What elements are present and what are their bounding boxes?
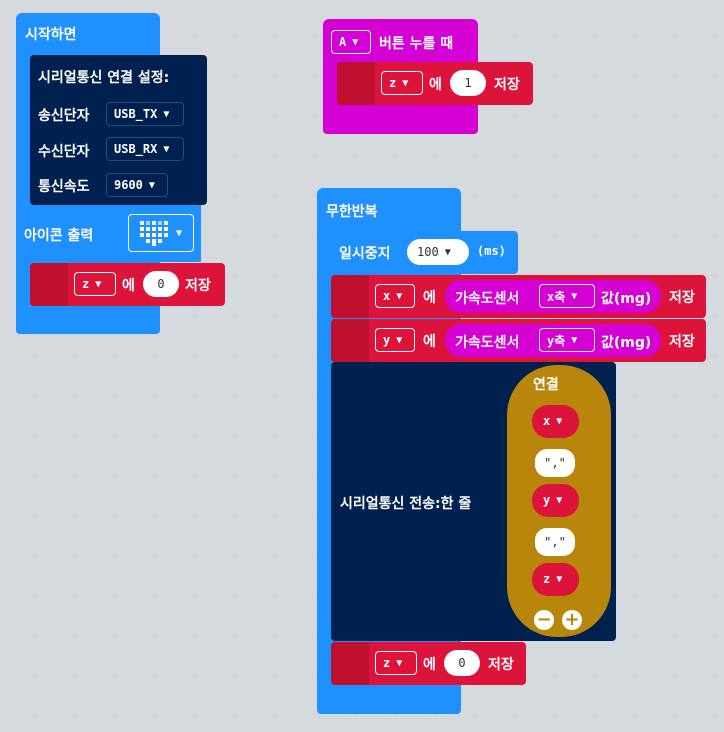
join-block[interactable]: 연결 x ▼ "," y ▼ "," z ▼ − + [507,365,611,637]
value-input[interactable]: 0 [143,271,179,297]
to-label: 에 [423,334,436,350]
set-z-0-forever-block[interactable]: z ▼ 에 0 저장 [331,642,526,685]
dropdown-arrow-icon: ▼ [402,77,409,89]
dropdown-arrow-icon: ▼ [444,246,451,258]
join-item-text: "," [544,456,566,470]
pause-input[interactable]: 100 ▼ [407,239,469,265]
dropdown-arrow-icon: ▼ [396,334,403,346]
dropdown-arrow-icon: ▼ [556,494,563,506]
value-text: 0 [458,656,466,670]
dropdown-arrow-icon: ▼ [556,415,563,427]
save-label: 저장 [185,278,211,294]
set-z-1-block[interactable]: z ▼ 에 1 저장 [337,62,533,105]
save-label: 저장 [669,290,695,306]
remove-item-icon[interactable]: − [534,610,554,630]
dropdown-arrow-icon: ▼ [95,278,102,290]
tx-label: 송신단자 [38,108,90,124]
join-item-y[interactable]: y ▼ [532,484,579,517]
rx-value: USB_RX [114,142,158,156]
var-value: x [383,289,391,303]
pause-block[interactable]: 일시중지 100 ▼ (ms) [331,231,518,274]
axis-dropdown[interactable]: x축 ▼ [539,284,595,308]
join-item-text: y [543,493,551,507]
var-dropdown[interactable]: z ▼ [381,71,423,95]
show-icon-block[interactable]: 아이콘 출력 ▼ [16,204,201,262]
var-value: z [82,277,90,291]
pause-label: 일시중지 [339,246,391,262]
join-item-text: "," [544,535,566,549]
dropdown-arrow-icon: ▼ [148,179,155,191]
join-item-z[interactable]: z ▼ [532,563,579,596]
dropdown-arrow-icon: ▼ [571,334,578,346]
serial-write-label: 시리얼통신 전송:한 줄 [340,496,472,512]
button-value: A [339,35,347,49]
button-dropdown[interactable]: A ▼ [331,30,371,54]
set-z-0-block[interactable]: z ▼ 에 0 저장 [30,263,225,306]
on-start-label: 시작하면 [25,27,77,43]
value-text: 1 [464,76,472,90]
var-value: y [383,333,391,347]
var-dropdown[interactable]: x ▼ [375,284,415,308]
dropdown-arrow-icon: ▼ [163,143,170,155]
to-label: 에 [423,290,436,306]
axis-value: y축 [547,333,566,348]
serial-setup-label: 시리얼통신 연결 설정: [38,70,170,86]
dropdown-arrow-icon: ▼ [396,290,403,302]
baud-dropdown[interactable]: 9600 ▼ [106,173,168,197]
join-item-comma[interactable]: "," [535,528,575,556]
value-input[interactable]: 0 [444,650,480,676]
tx-dropdown[interactable]: USB_TX ▼ [106,102,184,126]
accel-label: 가속도센서 [455,335,520,351]
var-dropdown[interactable]: z ▼ [74,272,116,296]
accel-block[interactable]: 가속도센서 y축 ▼ 값(mg) [445,324,661,357]
dropdown-arrow-icon: ▼ [396,657,403,669]
baud-value: 9600 [114,178,143,192]
dropdown-arrow-icon: ▼ [556,573,563,585]
to-label: 에 [423,657,436,673]
accel-unit: 값(mg) [601,335,652,351]
join-label: 연결 [533,377,559,393]
dropdown-arrow-icon: ▼ [176,227,183,239]
icon-picker[interactable]: ▼ [128,214,194,252]
join-item-text: z [543,572,551,586]
axis-dropdown[interactable]: y축 ▼ [539,328,595,352]
var-dropdown[interactable]: y ▼ [375,328,415,352]
join-item-x[interactable]: x ▼ [532,405,579,438]
tx-value: USB_TX [114,107,158,121]
heart-icon [140,221,168,246]
join-item-text: x [543,414,551,428]
save-label: 저장 [488,657,514,673]
var-value: z [389,76,397,90]
pause-unit: (ms) [477,244,506,258]
dropdown-arrow-icon: ▼ [352,36,359,48]
accel-label: 가속도센서 [455,291,520,307]
join-item-comma[interactable]: "," [535,449,575,477]
show-icon-label: 아이콘 출력 [24,228,94,244]
add-item-icon[interactable]: + [562,610,582,630]
save-label: 저장 [669,334,695,350]
forever-label: 무한반복 [326,204,378,220]
rx-label: 수신단자 [38,144,90,160]
save-label: 저장 [494,77,520,93]
button-press-label: 버튼 누를 때 [379,36,454,52]
var-dropdown[interactable]: z ▼ [375,651,417,675]
rx-dropdown[interactable]: USB_RX ▼ [106,137,184,161]
value-input[interactable]: 1 [450,70,486,96]
value-text: 0 [157,277,165,291]
set-y-block[interactable]: y ▼ 에 가속도센서 y축 ▼ 값(mg) 저장 [331,319,706,362]
serial-setup-block[interactable]: 시리얼통신 연결 설정: 송신단자 USB_TX ▼ 수신단자 USB_RX ▼ 통… [30,55,207,205]
axis-value: x축 [547,289,566,304]
dropdown-arrow-icon: ▼ [163,108,170,120]
var-value: z [383,656,391,670]
dropdown-arrow-icon: ▼ [571,290,578,302]
to-label: 에 [122,278,135,294]
to-label: 에 [429,77,442,93]
set-x-block[interactable]: x ▼ 에 가속도센서 x축 ▼ 값(mg) 저장 [331,275,706,318]
baud-label: 통신속도 [38,179,90,195]
accel-block[interactable]: 가속도센서 x축 ▼ 값(mg) [445,280,661,313]
accel-unit: 값(mg) [601,291,652,307]
pause-value: 100 [417,245,439,259]
